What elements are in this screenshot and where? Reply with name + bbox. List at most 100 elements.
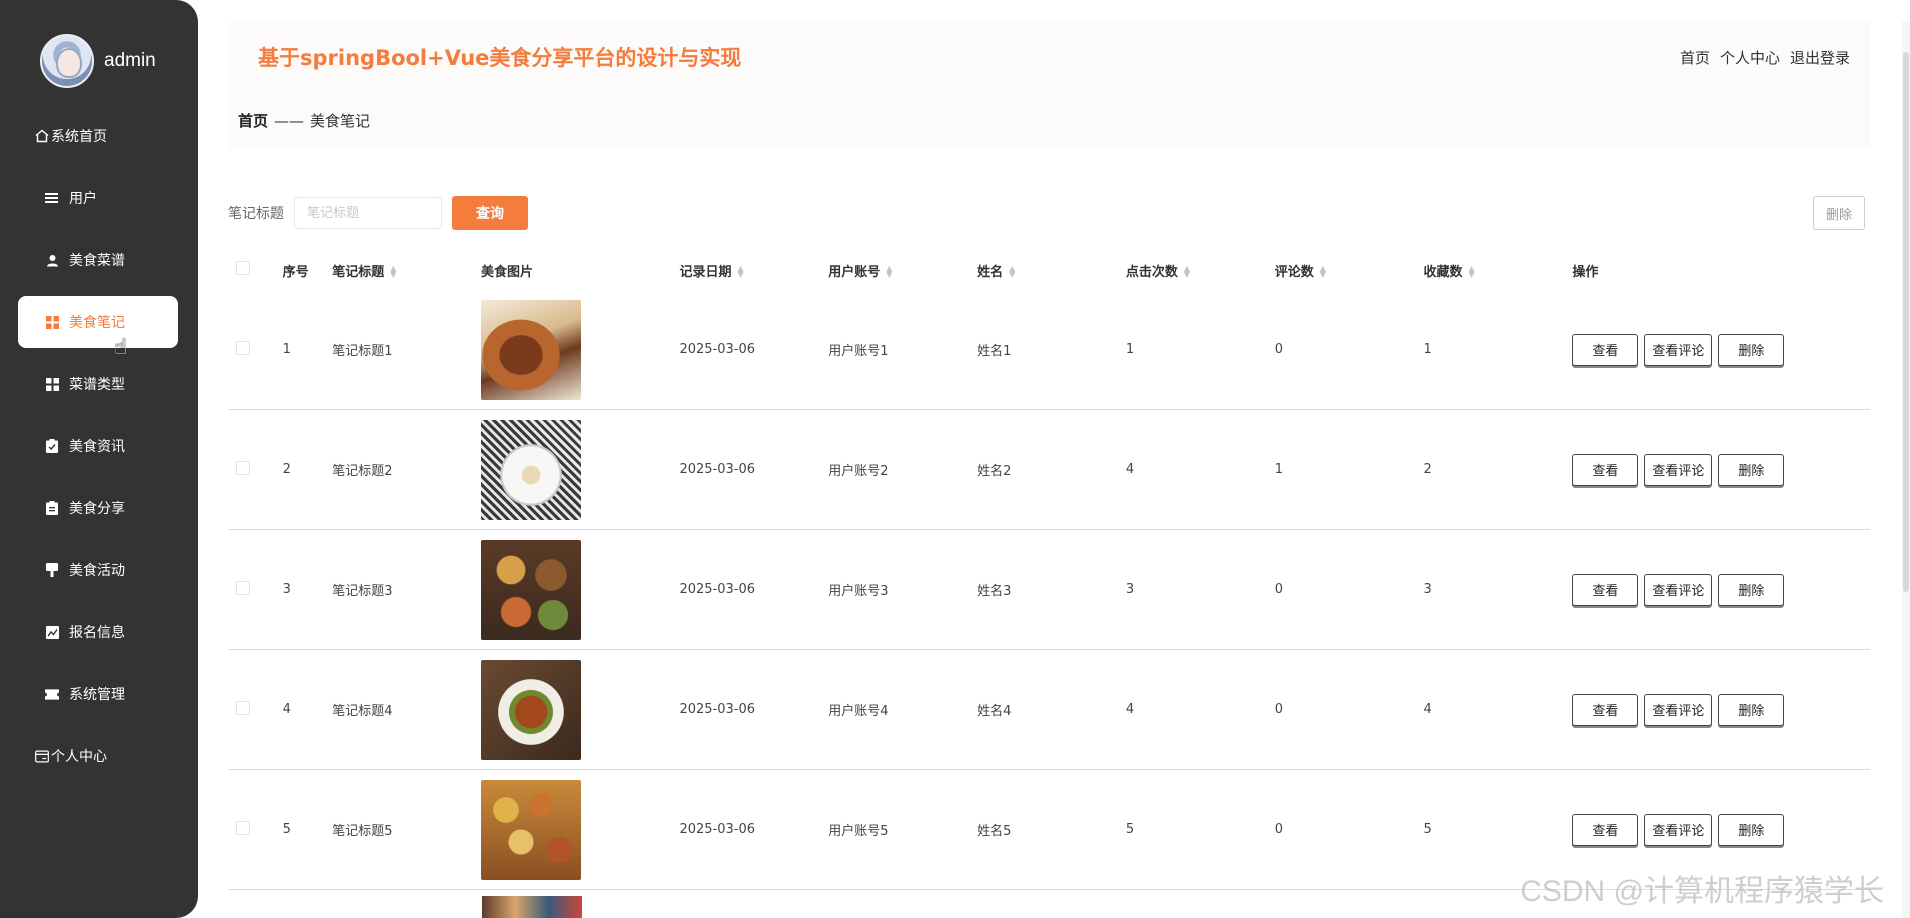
sidebar-menu: 系统首页 用户 美食菜谱 美食笔记 菜谱类型 美食资讯 美食分享 美食活动 报名… — [18, 110, 178, 792]
cell-clicks: 1 — [1125, 342, 1135, 357]
user-profile[interactable]: admin — [40, 34, 156, 88]
header-comments[interactable]: 评论数 ▲ ▼ — [1275, 261, 1424, 280]
sort-icon[interactable]: ▲ ▼ — [390, 265, 396, 279]
sidebar-item-label: 个人中心 — [51, 749, 107, 765]
sidebar-item-recipes[interactable]: 美食菜谱 — [18, 234, 178, 286]
sidebar-item-label: 菜谱类型 — [69, 377, 125, 393]
food-image[interactable] — [481, 539, 582, 640]
search-bar: 笔记标题 查询 删除 — [228, 196, 1870, 230]
sidebar-item-registrations[interactable]: 报名信息 — [18, 606, 178, 658]
cell-favorites: 4 — [1423, 702, 1432, 717]
sort-icon[interactable]: ▲ ▼ — [1009, 265, 1015, 279]
avatar[interactable] — [40, 34, 94, 88]
row-checkbox[interactable] — [236, 580, 250, 595]
clipboard-check-icon — [45, 439, 59, 453]
cell-index: 3 — [282, 582, 291, 597]
sidebar-item-label: 系统首页 — [51, 129, 107, 145]
header-title-label: 笔记标题 — [332, 264, 385, 280]
row-checkbox[interactable] — [236, 820, 250, 835]
header-favorites[interactable]: 收藏数 ▲ ▼ — [1424, 261, 1573, 280]
view-comments-button[interactable]: 查看评论 — [1644, 693, 1713, 726]
sidebar-item-label: 系统管理 — [69, 687, 125, 703]
food-image[interactable] — [482, 896, 582, 918]
scrollbar-thumb[interactable] — [1903, 52, 1909, 592]
cell-favorites: 5 — [1423, 822, 1432, 837]
row-actions: 查看 查看评论 删除 — [1572, 813, 1870, 846]
chart-icon — [45, 625, 59, 639]
sidebar-item-users[interactable]: 用户 — [18, 172, 178, 224]
cell-comments: 1 — [1274, 462, 1283, 477]
header-link-logout[interactable]: 退出登录 — [1790, 47, 1850, 68]
ticket-icon — [45, 687, 59, 701]
batch-delete-button[interactable]: 删除 — [1813, 196, 1865, 230]
header-name[interactable]: 姓名 ▲ ▼ — [977, 261, 1126, 280]
cell-name: 姓名1 — [977, 344, 1012, 359]
breadcrumb-home[interactable]: 首页 — [238, 112, 268, 130]
delete-button[interactable]: 删除 — [1718, 573, 1785, 606]
card-icon — [35, 749, 49, 763]
cell-account: 用户账号5 — [828, 824, 889, 839]
sidebar-item-food-events[interactable]: 美食活动 — [18, 544, 178, 596]
sidebar-item-home[interactable]: 系统首页 — [18, 110, 178, 162]
view-button[interactable]: 查看 — [1572, 333, 1639, 366]
header-account[interactable]: 用户账号 ▲ ▼ — [828, 261, 977, 280]
sort-icon[interactable]: ▲ ▼ — [737, 265, 743, 279]
sidebar-item-label: 报名信息 — [69, 625, 125, 641]
scrollbar[interactable] — [1902, 22, 1910, 918]
food-image[interactable] — [481, 419, 582, 520]
sidebar-item-recipe-types[interactable]: 菜谱类型 — [18, 358, 178, 410]
cell-favorites: 3 — [1423, 582, 1432, 597]
row-actions: 查看 查看评论 删除 — [1572, 693, 1870, 726]
view-button[interactable]: 查看 — [1572, 573, 1639, 606]
view-button[interactable]: 查看 — [1572, 813, 1639, 846]
header-account-label: 用户账号 — [828, 264, 881, 280]
sidebar-item-label: 用户 — [69, 191, 97, 207]
sort-icon[interactable]: ▲ ▼ — [1184, 265, 1190, 279]
site-title: 基于springBool+Vue美食分享平台的设计与实现 — [258, 46, 742, 70]
search-input[interactable] — [294, 197, 442, 229]
view-button[interactable]: 查看 — [1572, 453, 1639, 486]
sidebar: admin 系统首页 用户 美食菜谱 美食笔记 菜谱类型 美食资讯 美食分享 美… — [0, 0, 198, 918]
view-comments-button[interactable]: 查看评论 — [1644, 813, 1713, 846]
header-date[interactable]: 记录日期 ▲ ▼ — [679, 261, 828, 280]
header-date-label: 记录日期 — [679, 264, 732, 280]
select-all-checkbox[interactable] — [236, 261, 250, 275]
view-comments-button[interactable]: 查看评论 — [1644, 453, 1713, 486]
delete-button[interactable]: 删除 — [1718, 453, 1785, 486]
sidebar-item-label: 美食资讯 — [69, 439, 125, 455]
header-title[interactable]: 笔记标题 ▲ ▼ — [332, 261, 481, 280]
sort-icon[interactable]: ▲ ▼ — [1469, 265, 1475, 279]
notes-table: 序号 笔记标题 ▲ ▼ 美食图片 记录日期 ▲ ▼ 用户账号 ▲ ▼ 姓名 ▲ ▼ 点击次数 ▲ ▼… — [228, 250, 1870, 890]
sidebar-item-food-notes[interactable]: 美食笔记 — [18, 296, 178, 348]
food-image[interactable] — [481, 659, 582, 760]
header-link-home[interactable]: 首页 — [1680, 47, 1710, 68]
delete-button[interactable]: 删除 — [1718, 333, 1785, 366]
sidebar-item-food-news[interactable]: 美食资讯 — [18, 420, 178, 472]
sort-icon[interactable]: ▲ ▼ — [886, 265, 892, 279]
row-checkbox[interactable] — [236, 700, 250, 715]
clipboard-icon — [45, 501, 59, 515]
row-checkbox[interactable] — [236, 340, 250, 355]
cell-name: 姓名3 — [977, 584, 1012, 599]
delete-button[interactable]: 删除 — [1718, 813, 1785, 846]
sidebar-item-label: 美食菜谱 — [69, 253, 125, 269]
view-comments-button[interactable]: 查看评论 — [1644, 573, 1713, 606]
cell-index: 5 — [282, 822, 291, 837]
sidebar-item-system-admin[interactable]: 系统管理 — [18, 668, 178, 720]
header-clicks[interactable]: 点击次数 ▲ ▼ — [1126, 261, 1275, 280]
food-image[interactable] — [481, 779, 582, 880]
watermark: CSDN @计算机程序猿学长 — [1520, 875, 1884, 908]
sort-icon[interactable]: ▲ ▼ — [1320, 265, 1326, 279]
breadcrumb-current: 美食笔记 — [310, 112, 371, 130]
header-link-personal-center[interactable]: 个人中心 — [1720, 47, 1780, 68]
query-button[interactable]: 查询 — [452, 196, 528, 230]
view-button[interactable]: 查看 — [1572, 693, 1639, 726]
cell-date: 2025-03-06 — [679, 342, 756, 357]
view-comments-button[interactable]: 查看评论 — [1644, 333, 1713, 366]
delete-button[interactable]: 删除 — [1718, 693, 1785, 726]
row-checkbox[interactable] — [236, 460, 250, 475]
food-image[interactable] — [481, 299, 582, 400]
sidebar-item-personal-center[interactable]: 个人中心 — [18, 730, 178, 782]
sidebar-item-food-share[interactable]: 美食分享 — [18, 482, 178, 534]
header-image: 美食图片 — [481, 264, 534, 280]
